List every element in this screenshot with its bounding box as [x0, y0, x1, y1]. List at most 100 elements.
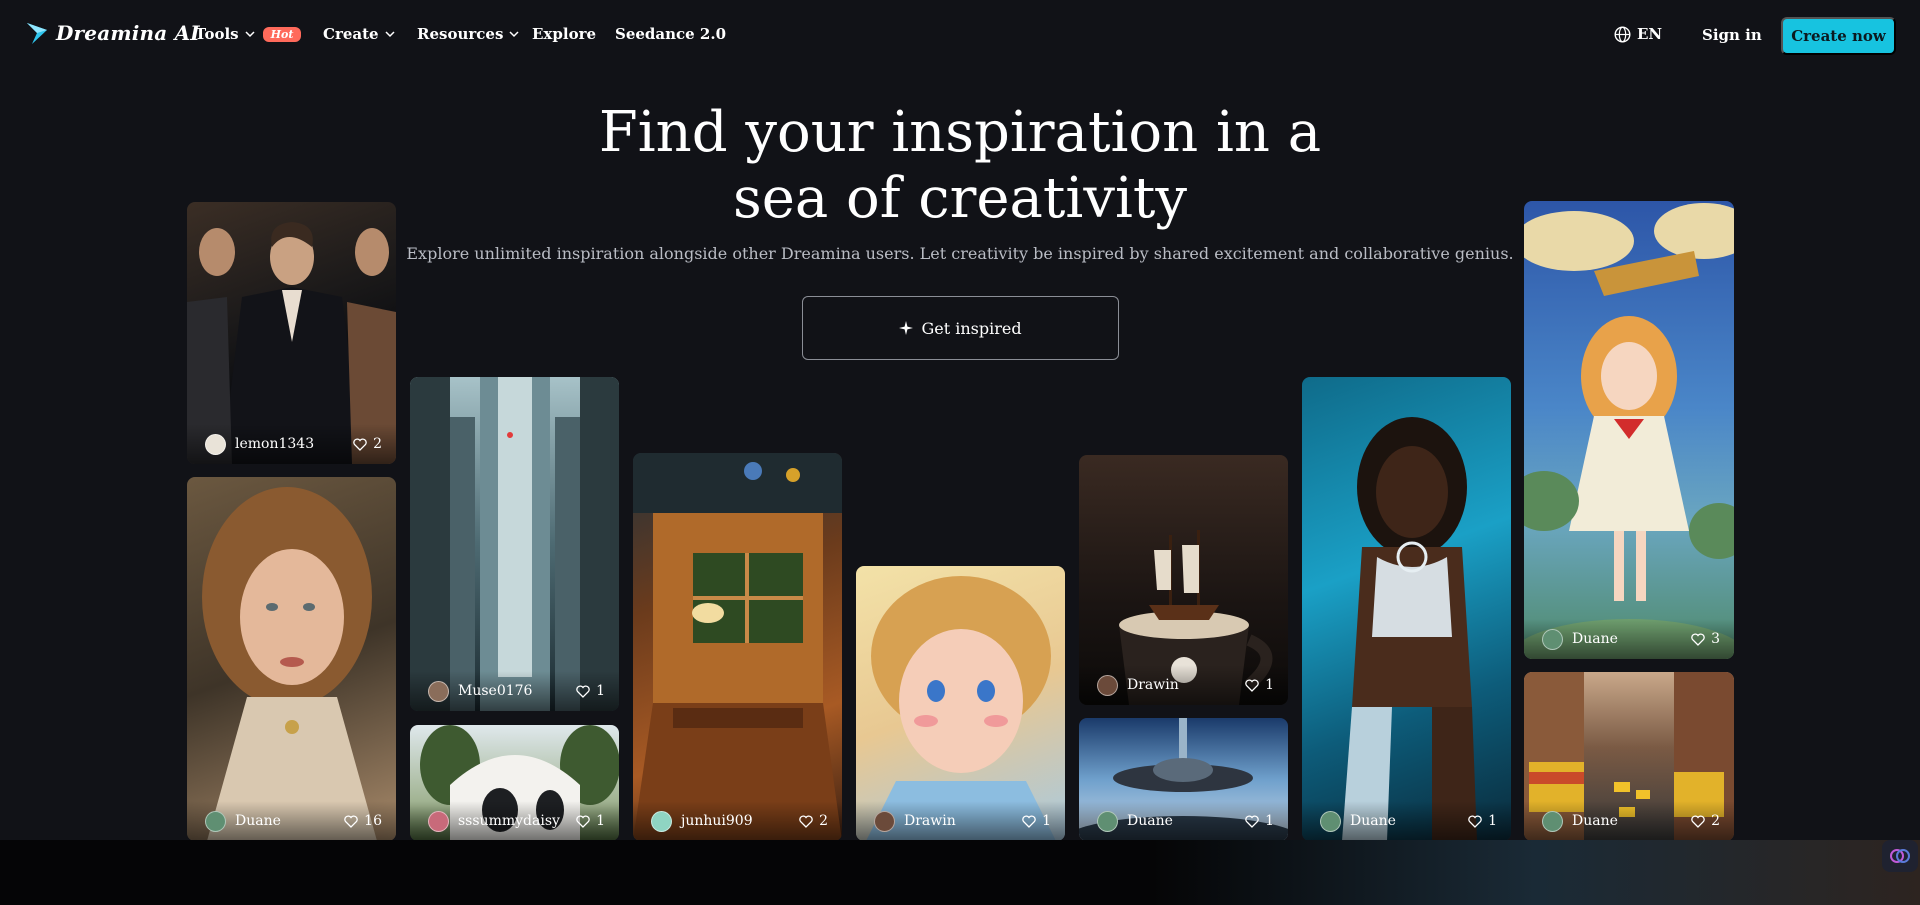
card-username: Duane [235, 813, 281, 829]
nav-create[interactable]: Create [323, 25, 395, 43]
avatar [651, 810, 672, 832]
gallery-card[interactable]: Duane 1 [1079, 718, 1288, 841]
language-label: EN [1637, 25, 1663, 43]
gallery-card[interactable]: Duane 1 [1302, 377, 1511, 841]
avatar [1542, 628, 1563, 650]
card-username: junhui909 [681, 813, 753, 829]
card-likes[interactable]: 2 [1691, 813, 1720, 829]
gallery-card[interactable]: lemon1343 2 [187, 202, 396, 464]
avatar [205, 433, 226, 455]
assistant-icon [1890, 849, 1910, 863]
gallery-card[interactable]: sssummydaisy 1 [410, 725, 619, 841]
card-username: Drawin [904, 813, 956, 829]
chevron-down-icon [245, 31, 255, 38]
card-user[interactable]: Duane [1542, 810, 1618, 832]
logo-text: Dreamina AI [56, 21, 200, 45]
assistant-float-button[interactable] [1882, 840, 1918, 872]
avatar [428, 810, 449, 832]
avatar [874, 810, 895, 832]
card-meta: Duane 16 [187, 801, 396, 841]
nav-tools[interactable]: Tools Hot [195, 25, 302, 43]
card-meta: sssummydaisy 1 [410, 801, 619, 841]
gallery-card[interactable]: Drawin 1 [1079, 455, 1288, 705]
card-user[interactable]: junhui909 [651, 810, 753, 832]
sign-in-link[interactable]: Sign in [1702, 26, 1762, 44]
card-username: Duane [1572, 813, 1618, 829]
card-meta: Duane 1 [1302, 801, 1511, 841]
card-user[interactable]: Duane [1097, 810, 1173, 832]
like-count: 1 [1265, 677, 1274, 693]
anime-girl-sky-image [1524, 203, 1734, 659]
hero-subtitle: Explore unlimited inspiration alongside … [406, 244, 1514, 263]
card-username: Drawin [1127, 677, 1179, 693]
card-meta: Drawin 1 [856, 801, 1065, 841]
card-username: Duane [1572, 631, 1618, 647]
avatar [1097, 674, 1118, 696]
nav-resources[interactable]: Resources [417, 25, 519, 43]
nav-seedance[interactable]: Seedance 2.0 [615, 25, 726, 43]
card-meta: junhui909 2 [633, 801, 842, 841]
card-likes[interactable]: 2 [799, 813, 828, 829]
futuristic-tower-image [410, 377, 619, 711]
gallery-card[interactable]: Duane 3 [1524, 201, 1734, 659]
avatar [428, 680, 449, 702]
gallery-card[interactable]: Muse0176 1 [410, 377, 619, 711]
curly-hair-woman-image [202, 487, 377, 841]
like-count: 1 [1488, 813, 1497, 829]
card-user[interactable]: Muse0176 [428, 680, 533, 702]
get-inspired-button[interactable]: Get inspired [802, 296, 1119, 360]
card-username: Muse0176 [458, 683, 533, 699]
heart-icon [1691, 632, 1705, 646]
card-likes[interactable]: 1 [1245, 677, 1274, 693]
silver-armor-woman-image [1342, 417, 1477, 841]
globe-icon [1614, 25, 1631, 43]
chevron-down-icon [509, 31, 519, 38]
like-count: 2 [373, 436, 382, 452]
card-meta: Duane 2 [1524, 801, 1734, 841]
avatar [1320, 810, 1341, 832]
card-likes[interactable]: 1 [576, 813, 605, 829]
card-likes[interactable]: 2 [353, 436, 382, 452]
like-count: 2 [1711, 813, 1720, 829]
gallery-card[interactable]: junhui909 2 [633, 453, 842, 841]
card-user[interactable]: Drawin [1097, 674, 1179, 696]
logo[interactable]: Dreamina AI [24, 20, 200, 46]
avatar [1097, 810, 1118, 832]
curly-boy-illustration-image [866, 576, 1056, 841]
heart-icon [576, 814, 590, 828]
card-user[interactable]: Duane [1320, 810, 1396, 832]
card-likes[interactable]: 16 [344, 813, 382, 829]
card-likes[interactable]: 1 [1022, 813, 1051, 829]
card-username: Duane [1127, 813, 1173, 829]
card-user[interactable]: Duane [1542, 628, 1618, 650]
like-count: 16 [364, 813, 382, 829]
card-user[interactable]: sssummydaisy [428, 810, 560, 832]
create-now-button[interactable]: Create now [1781, 17, 1896, 55]
card-likes[interactable]: 1 [576, 683, 605, 699]
card-user[interactable]: Duane [205, 810, 281, 832]
card-meta: lemon1343 2 [187, 424, 396, 464]
card-likes[interactable]: 1 [1468, 813, 1497, 829]
heart-icon [1691, 814, 1705, 828]
card-username: sssummydaisy [458, 813, 560, 829]
gallery-card[interactable]: Duane 2 [1524, 672, 1734, 841]
chevron-down-icon [385, 31, 395, 38]
nav-resources-label: Resources [417, 25, 504, 43]
card-user[interactable]: lemon1343 [205, 433, 315, 455]
card-user[interactable]: Drawin [874, 810, 956, 832]
heart-icon [344, 814, 358, 828]
language-selector[interactable]: EN [1614, 25, 1662, 43]
gallery-card[interactable]: Drawin 1 [856, 566, 1065, 841]
nav-create-label: Create [323, 25, 379, 43]
card-meta: Duane 3 [1524, 619, 1734, 659]
heart-icon [1022, 814, 1036, 828]
dreamina-logo-icon [27, 23, 47, 44]
like-count: 3 [1711, 631, 1720, 647]
card-username: lemon1343 [235, 436, 315, 452]
gallery-card[interactable]: Duane 16 [187, 477, 396, 841]
card-likes[interactable]: 3 [1691, 631, 1720, 647]
card-likes[interactable]: 1 [1245, 813, 1274, 829]
heart-icon [1245, 814, 1259, 828]
card-username: Duane [1350, 813, 1396, 829]
nav-explore[interactable]: Explore [532, 25, 596, 43]
